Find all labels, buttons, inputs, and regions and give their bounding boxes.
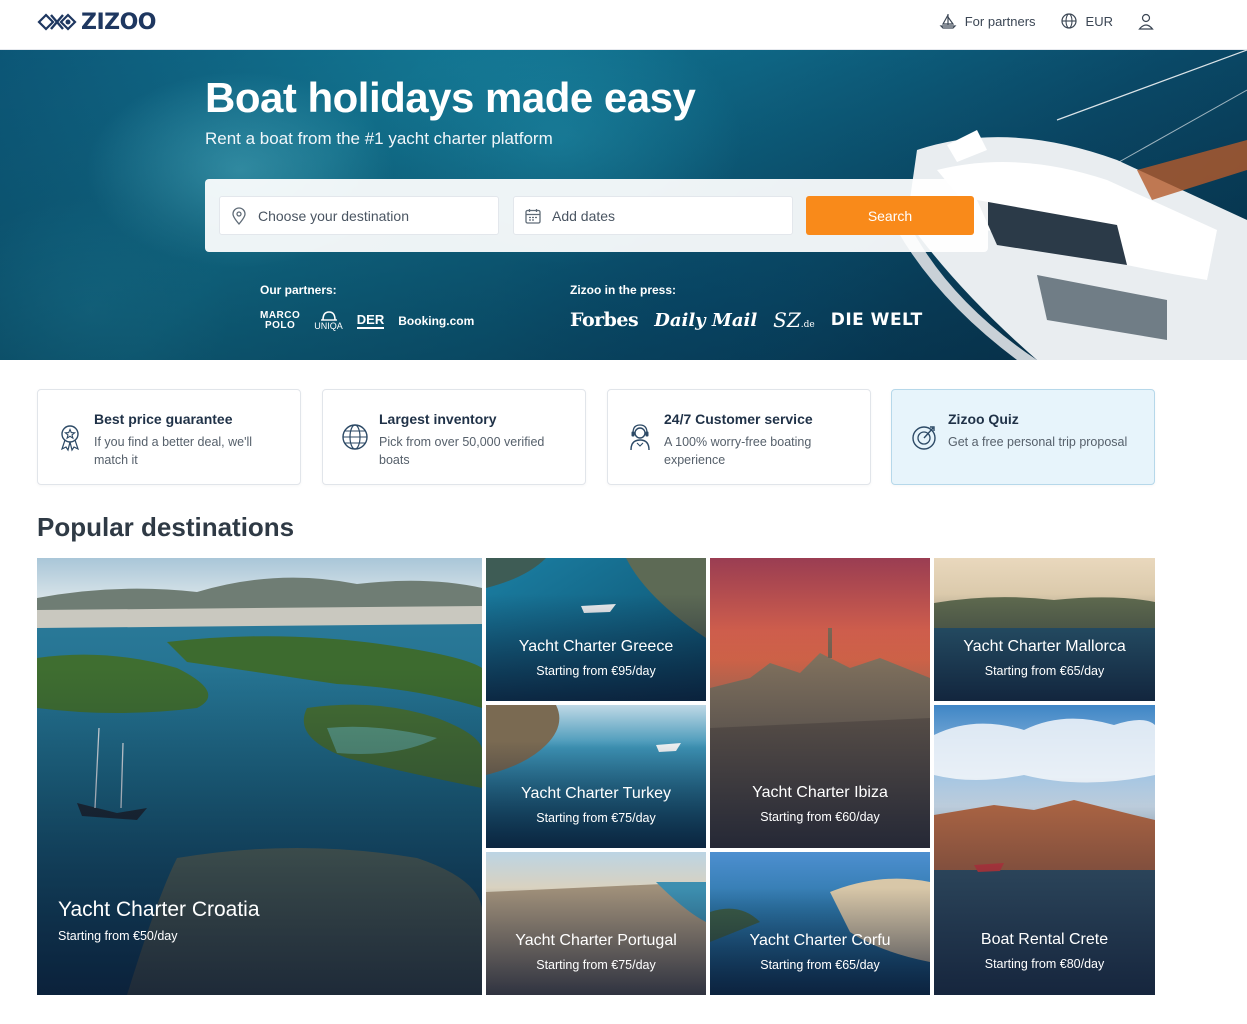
feature-card-inventory: Largest inventory Pick from over 50,000 …	[322, 389, 586, 485]
for-partners-label: For partners	[964, 13, 1036, 29]
currency-selector[interactable]: EUR	[1060, 12, 1113, 30]
die-welt-logo: DIE WELT	[830, 310, 923, 330]
press-logos: Forbes Daily Mail SZ.de DIE WELT	[570, 308, 923, 332]
hero-banner: Boat holidays made easy Rent a boat from…	[0, 50, 1247, 360]
feature-title: Largest inventory	[379, 411, 497, 427]
booking-logo: Booking.com	[398, 313, 475, 328]
feature-card-customer-service: 24/7 Customer service A 100% worry-free …	[607, 389, 871, 485]
popular-destinations-title: Popular destinations	[37, 512, 295, 542]
destination-input[interactable]: Choose your destination	[219, 196, 499, 235]
destination-price: Starting from €65/day	[760, 958, 880, 972]
partners-label: Our partners:	[260, 283, 337, 297]
compass-target-icon	[912, 426, 936, 450]
destination-card-mallorca[interactable]: Yacht Charter Mallorca Starting from €65…	[934, 558, 1155, 701]
destination-placeholder: Choose your destination	[258, 207, 409, 224]
marco-polo-logo: MARCO POLO	[260, 309, 301, 331]
destination-name: Yacht Charter Corfu	[749, 932, 891, 949]
forbes-logo: Forbes	[570, 309, 639, 331]
destination-price: Starting from €95/day	[536, 664, 656, 678]
feature-title: 24/7 Customer service	[664, 411, 813, 427]
sz-text: SZ	[773, 308, 801, 332]
partner-logos: MARCO POLO UNIQA DER Booking.com	[260, 310, 474, 331]
feature-card-best-price: Best price guarantee If you find a bette…	[37, 389, 301, 485]
destination-card-turkey[interactable]: Yacht Charter Turkey Starting from €75/d…	[486, 705, 706, 848]
zizoo-logo[interactable]: ZIZOO	[37, 9, 157, 35]
hero-subtitle: Rent a boat from the #1 yacht charter pl…	[205, 129, 553, 148]
card-overlay	[710, 852, 930, 995]
press-label: Zizoo in the press:	[570, 283, 677, 297]
user-icon	[1138, 13, 1154, 30]
marco-polo-line1: MARCO	[260, 309, 301, 321]
search-button[interactable]: Search	[806, 196, 974, 235]
destination-price: Starting from €65/day	[984, 664, 1105, 678]
der-logo: DER	[356, 311, 385, 329]
destination-card-greece[interactable]: Yacht Charter Greece Starting from €95/d…	[486, 558, 706, 701]
logo-text: ZIZOO	[81, 9, 157, 35]
sailboat-icon	[939, 14, 957, 29]
card-overlay	[710, 558, 930, 848]
destination-price: Starting from €75/day	[536, 811, 656, 825]
support-agent-icon	[630, 424, 650, 451]
zizoo-logo-icon	[37, 13, 77, 31]
destination-name: Yacht Charter Turkey	[521, 785, 671, 802]
destination-name: Yacht Charter Greece	[518, 638, 674, 655]
globe-icon	[1060, 13, 1077, 29]
destination-name: Boat Rental Crete	[980, 931, 1109, 948]
header-actions: For partners EUR	[939, 12, 1155, 30]
feature-title: Zizoo Quiz	[948, 411, 1019, 427]
card-overlay	[934, 705, 1155, 995]
account-button[interactable]	[1137, 12, 1155, 30]
dates-placeholder: Add dates	[552, 207, 616, 224]
destination-name: Yacht Charter Mallorca	[963, 638, 1126, 655]
feature-description: Pick from over 50,000 verified boats	[379, 435, 545, 467]
uniqa-text: UNIQA	[314, 321, 343, 331]
destination-card-crete[interactable]: Boat Rental Crete Starting from €80/day	[934, 705, 1155, 995]
destination-card-corfu[interactable]: Yacht Charter Corfu Starting from €65/da…	[710, 852, 930, 995]
marco-polo-line2: POLO	[264, 319, 296, 331]
destination-card-croatia[interactable]: Yacht Charter Croatia Starting from €50/…	[37, 558, 482, 995]
destination-name: Yacht Charter Croatia	[58, 898, 260, 921]
for-partners-link[interactable]: For partners	[939, 12, 1036, 30]
card-overlay	[486, 558, 706, 701]
uniqa-logo: UNIQA	[314, 310, 343, 331]
hero-title: Boat holidays made easy	[205, 74, 696, 121]
globe-icon	[342, 424, 368, 450]
feature-title: Best price guarantee	[94, 411, 233, 427]
feature-description: A 100% worry-free boating experience	[664, 435, 812, 467]
feature-description: Get a free personal trip proposal	[948, 435, 1128, 449]
destination-card-ibiza[interactable]: Yacht Charter Ibiza Starting from €60/da…	[710, 558, 930, 848]
daily-mail-logo: Daily Mail	[654, 309, 758, 331]
top-header: ZIZOO For partners EUR	[0, 0, 1247, 50]
destination-card-portugal[interactable]: Yacht Charter Portugal Starting from €75…	[486, 852, 706, 995]
dates-input[interactable]: Add dates	[513, 196, 793, 235]
destination-price: Starting from €50/day	[58, 929, 178, 943]
card-overlay	[934, 558, 1155, 701]
location-pin-icon	[232, 206, 246, 225]
sz-logo: SZ.de	[773, 308, 815, 332]
sz-domain: .de	[800, 320, 815, 330]
card-overlay	[486, 705, 706, 848]
feature-card-zizoo-quiz[interactable]: Zizoo Quiz Get a free personal trip prop…	[891, 389, 1155, 485]
destination-name: Yacht Charter Ibiza	[752, 784, 888, 801]
destination-price: Starting from €60/day	[760, 810, 880, 824]
destination-price: Starting from €80/day	[984, 957, 1105, 971]
feature-description: If you find a better deal, we'll match i…	[94, 435, 253, 467]
card-overlay	[486, 852, 706, 995]
badge-star-icon	[60, 425, 80, 452]
destination-price: Starting from €75/day	[536, 958, 656, 972]
destination-name: Yacht Charter Portugal	[515, 932, 677, 949]
search-form: Choose your destination Add dates Search	[205, 179, 988, 252]
currency-label: EUR	[1085, 13, 1113, 29]
calendar-icon	[525, 208, 541, 224]
